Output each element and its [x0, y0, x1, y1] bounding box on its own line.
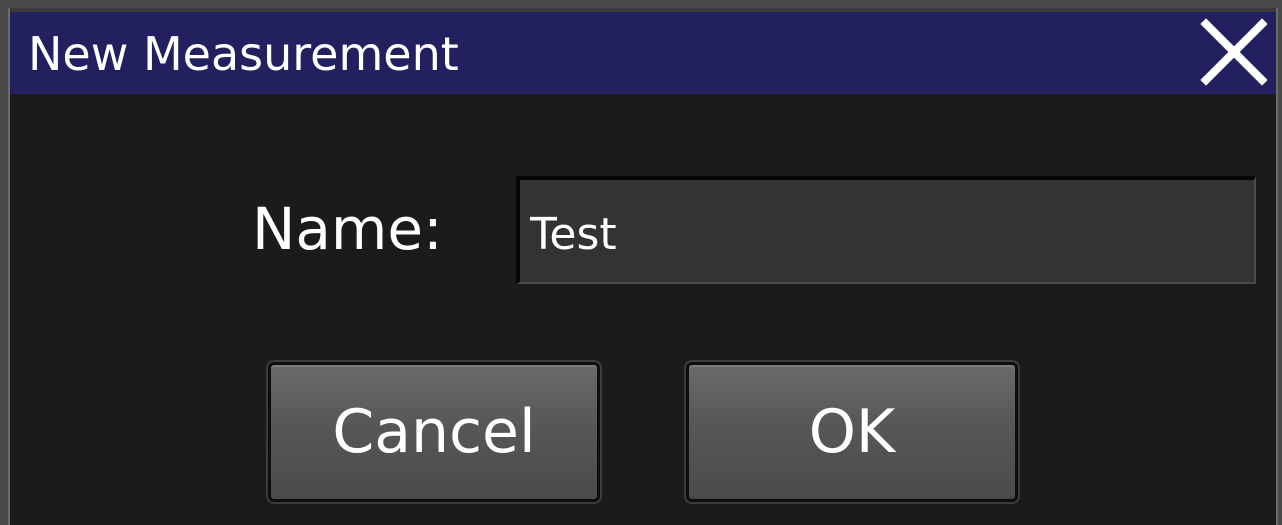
name-label: Name:	[252, 195, 443, 263]
title-bar: New Measurement	[10, 8, 1276, 94]
new-measurement-dialog: New Measurement Name: Cancel OK	[8, 8, 1278, 525]
cancel-button[interactable]: Cancel	[268, 362, 600, 502]
ok-button[interactable]: OK	[686, 362, 1018, 502]
name-input[interactable]	[516, 176, 1256, 284]
close-icon	[1200, 18, 1268, 86]
dialog-title: New Measurement	[28, 27, 459, 81]
close-button[interactable]	[1190, 12, 1276, 94]
